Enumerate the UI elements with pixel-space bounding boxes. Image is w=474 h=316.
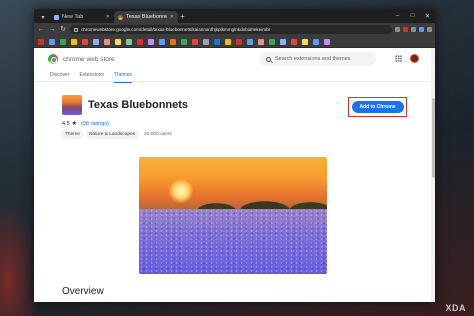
bluebonnet-meadow bbox=[139, 209, 327, 274]
menu-icon[interactable] bbox=[427, 27, 432, 32]
close-window-button[interactable]: ✕ bbox=[420, 9, 435, 23]
item-tags: Theme Nature & Landscapes 20,000 users bbox=[62, 130, 172, 139]
reload-icon[interactable]: ↻ bbox=[59, 23, 67, 36]
star-icon: ★ bbox=[71, 121, 78, 127]
bookmark-icon[interactable] bbox=[269, 38, 275, 45]
bookmark-icon[interactable] bbox=[280, 38, 286, 45]
chrome-web-store-logo-icon[interactable] bbox=[48, 54, 58, 64]
nav-themes[interactable]: Themes bbox=[113, 70, 133, 83]
bookmark-icon[interactable] bbox=[247, 38, 253, 45]
rating-row: 4.5 ★ (98 ratings) bbox=[62, 120, 109, 128]
chip-category[interactable]: Nature & Landscapes bbox=[85, 130, 139, 139]
bookmark-icon[interactable] bbox=[203, 38, 209, 45]
tab-search-icon[interactable]: ▾ bbox=[36, 11, 50, 23]
header-actions bbox=[395, 54, 419, 63]
bookmark-icon[interactable] bbox=[302, 38, 308, 45]
bookmark-icon[interactable] bbox=[313, 38, 319, 45]
page-scrollbar[interactable] bbox=[431, 48, 435, 302]
bookmark-icon[interactable] bbox=[324, 38, 330, 45]
address-bar[interactable]: chromewebstore.google.com/detail/texas-b… bbox=[70, 25, 392, 34]
bookmark-icon[interactable] bbox=[82, 38, 88, 45]
extensions-puzzle-icon[interactable] bbox=[411, 27, 416, 32]
bookmark-icon[interactable] bbox=[181, 38, 187, 45]
close-tab-icon[interactable]: ✕ bbox=[106, 14, 110, 20]
webstore-favicon-icon bbox=[118, 14, 123, 20]
search-icon bbox=[266, 56, 271, 62]
address-text: chromewebstore.google.com/detail/texas-b… bbox=[81, 27, 270, 32]
bookmark-icon[interactable] bbox=[71, 38, 77, 45]
store-nav: Discover Extensions Themes bbox=[34, 70, 431, 83]
store-name[interactable]: chrome web store bbox=[63, 56, 115, 63]
user-count: 20,000 users bbox=[144, 132, 172, 137]
item-header: Texas Bluebonnets bbox=[62, 95, 188, 115]
bookmark-icon[interactable] bbox=[38, 38, 44, 45]
browser-window: ▾ New Tab ✕ Texas Bluebonnets ✕ + – □ ✕ … bbox=[34, 9, 435, 302]
bookmark-icon[interactable] bbox=[93, 38, 99, 45]
apps-grid-icon[interactable] bbox=[395, 55, 402, 62]
bookmark-icon[interactable] bbox=[137, 38, 143, 45]
tab-texas-bluebonnets[interactable]: Texas Bluebonnets ✕ bbox=[114, 11, 178, 23]
forward-icon[interactable]: → bbox=[48, 23, 56, 36]
profile-icon[interactable] bbox=[419, 27, 424, 32]
page-title: Texas Bluebonnets bbox=[88, 99, 189, 111]
bookmarks-bar bbox=[34, 36, 435, 48]
avatar[interactable] bbox=[410, 54, 419, 63]
overview-heading: Overview bbox=[62, 286, 104, 297]
toolbar-icons bbox=[395, 27, 432, 32]
bookmark-icon[interactable] bbox=[170, 38, 176, 45]
bookmark-icon[interactable] bbox=[49, 38, 55, 45]
bookmark-icon[interactable] bbox=[115, 38, 121, 45]
tab-label: New Tab bbox=[62, 14, 84, 20]
new-tab-button[interactable]: + bbox=[180, 11, 185, 23]
search-input[interactable]: Search extensions and themes bbox=[260, 52, 376, 66]
bookmark-icon[interactable] bbox=[225, 38, 231, 45]
theme-preview-image bbox=[139, 157, 327, 274]
nav-discover[interactable]: Discover bbox=[50, 70, 69, 81]
lock-icon[interactable] bbox=[74, 27, 78, 32]
close-tab-icon[interactable]: ✕ bbox=[170, 14, 174, 20]
newtab-favicon-icon bbox=[54, 14, 59, 20]
scrollbar-thumb[interactable] bbox=[431, 98, 435, 178]
rating-value: 4.5 bbox=[62, 120, 70, 127]
browser-toolbar: ← → ↻ chromewebstore.google.com/detail/t… bbox=[34, 23, 435, 36]
store-header: chrome web store Search extensions and t… bbox=[34, 48, 431, 70]
tab-strip: ▾ New Tab ✕ Texas Bluebonnets ✕ + – □ ✕ bbox=[34, 9, 435, 23]
webstore-page: chrome web store Search extensions and t… bbox=[34, 48, 431, 302]
extension-icon[interactable] bbox=[403, 27, 408, 32]
bookmark-icon[interactable] bbox=[258, 38, 264, 45]
bookmark-icon[interactable] bbox=[60, 38, 66, 45]
highlight-frame: Add to Chrome bbox=[348, 97, 407, 117]
bookmark-icon[interactable] bbox=[126, 38, 132, 45]
theme-thumbnail bbox=[62, 95, 82, 115]
minimize-button[interactable]: – bbox=[390, 9, 405, 23]
bookmark-star-icon[interactable] bbox=[395, 27, 400, 32]
ratings-link[interactable]: (98 ratings) bbox=[81, 121, 109, 127]
add-to-chrome-button[interactable]: Add to Chrome bbox=[351, 101, 404, 113]
tab-label: Texas Bluebonnets bbox=[126, 14, 167, 20]
bookmark-icon[interactable] bbox=[192, 38, 198, 45]
tab-new-tab[interactable]: New Tab ✕ bbox=[50, 11, 114, 23]
window-controls: – □ ✕ bbox=[390, 9, 435, 23]
bookmark-icon[interactable] bbox=[104, 38, 110, 45]
search-placeholder: Search extensions and themes bbox=[275, 56, 351, 62]
back-icon[interactable]: ← bbox=[37, 23, 45, 36]
bookmark-icon[interactable] bbox=[159, 38, 165, 45]
bookmark-icon[interactable] bbox=[236, 38, 242, 45]
bookmark-icon[interactable] bbox=[214, 38, 220, 45]
chip-theme[interactable]: Theme bbox=[62, 130, 83, 139]
bookmark-icon[interactable] bbox=[291, 38, 297, 45]
nav-extensions[interactable]: Extensions bbox=[79, 70, 103, 81]
watermark-logo: XDA bbox=[445, 303, 466, 313]
bookmark-icon[interactable] bbox=[148, 38, 154, 45]
maximize-button[interactable]: □ bbox=[405, 9, 420, 23]
